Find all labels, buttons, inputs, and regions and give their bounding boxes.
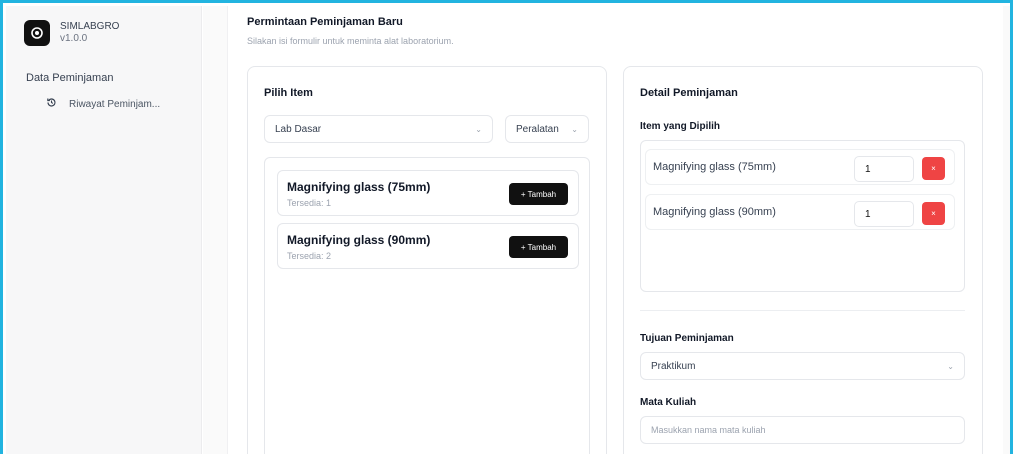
logo-icon <box>24 20 50 46</box>
type-select[interactable]: Peralatan ⌄ <box>505 115 589 143</box>
item-stock: Tersedia: 1 <box>287 198 332 208</box>
selected-items-box: Magnifying glass (75mm) 1 × Magnifying g… <box>640 140 965 292</box>
quantity-input[interactable]: 1 <box>854 156 914 182</box>
item-list: Magnifying glass (75mm) Tersedia: 1 + Ta… <box>264 157 590 454</box>
course-label: Mata Kuliah <box>640 397 697 408</box>
section-divider <box>640 310 965 311</box>
selected-item-name: Magnifying glass (90mm) <box>653 206 776 218</box>
purpose-select[interactable]: Praktikum ⌄ <box>640 352 965 380</box>
sidebar-group-label: Data Peminjaman <box>26 72 114 84</box>
chevron-down-icon: ⌄ <box>947 361 954 371</box>
selected-item-name: Magnifying glass (75mm) <box>653 161 776 173</box>
page-subtitle: Silakan isi formulir untuk meminta alat … <box>247 36 454 46</box>
type-select-value: Peralatan <box>516 123 559 135</box>
list-item: Magnifying glass (90mm) Tersedia: 2 + Ta… <box>277 223 579 269</box>
app-frame: SIMLABGRO v1.0.0 Data Peminjaman Riwayat… <box>0 0 1013 454</box>
list-item: Magnifying glass (90mm) 1 × <box>645 194 955 230</box>
history-icon <box>46 97 57 111</box>
list-item: Magnifying glass (75mm) 1 × <box>645 149 955 185</box>
remove-item-button[interactable]: × <box>922 157 945 180</box>
pick-items-title: Pilih Item <box>264 87 313 99</box>
lab-select[interactable]: Lab Dasar ⌄ <box>264 115 493 143</box>
purpose-select-value: Praktikum <box>651 360 696 372</box>
sidebar: SIMLABGRO v1.0.0 Data Peminjaman Riwayat… <box>6 6 202 454</box>
chevron-down-icon: ⌄ <box>475 124 482 134</box>
selected-items-label: Item yang Dipilih <box>640 121 721 132</box>
list-item: Magnifying glass (75mm) Tersedia: 1 + Ta… <box>277 170 579 216</box>
item-name: Magnifying glass (75mm) <box>287 180 431 194</box>
remove-item-button[interactable]: × <box>922 202 945 225</box>
sidebar-item-label: Riwayat Peminjam... <box>69 98 161 110</box>
course-input[interactable]: Masukkan nama mata kuliah <box>640 416 965 444</box>
main-area: Permintaan Peminjaman Baru Silakan isi f… <box>203 6 1010 454</box>
page-title: Permintaan Peminjaman Baru <box>247 16 403 28</box>
pick-items-card: Pilih Item Lab Dasar ⌄ Peralatan ⌄ Magni… <box>247 66 607 454</box>
sidebar-item-riwayat[interactable]: Riwayat Peminjam... <box>46 97 196 111</box>
add-item-button[interactable]: + Tambah <box>509 236 568 258</box>
add-item-button[interactable]: + Tambah <box>509 183 568 205</box>
item-stock: Tersedia: 2 <box>287 251 332 261</box>
lab-select-value: Lab Dasar <box>275 123 322 135</box>
item-name: Magnifying glass (90mm) <box>287 233 431 247</box>
content-panel: Permintaan Peminjaman Baru Silakan isi f… <box>227 6 1003 454</box>
loan-detail-card: Detail Peminjaman Item yang Dipilih Magn… <box>623 66 983 454</box>
purpose-label: Tujuan Peminjaman <box>640 333 734 344</box>
app-name: SIMLABGRO <box>60 21 120 32</box>
app-logo[interactable]: SIMLABGRO v1.0.0 <box>24 20 119 46</box>
quantity-input[interactable]: 1 <box>854 201 914 227</box>
loan-detail-title: Detail Peminjaman <box>640 87 738 99</box>
app-version: v1.0.0 <box>60 33 88 44</box>
chevron-down-icon: ⌄ <box>571 124 578 134</box>
